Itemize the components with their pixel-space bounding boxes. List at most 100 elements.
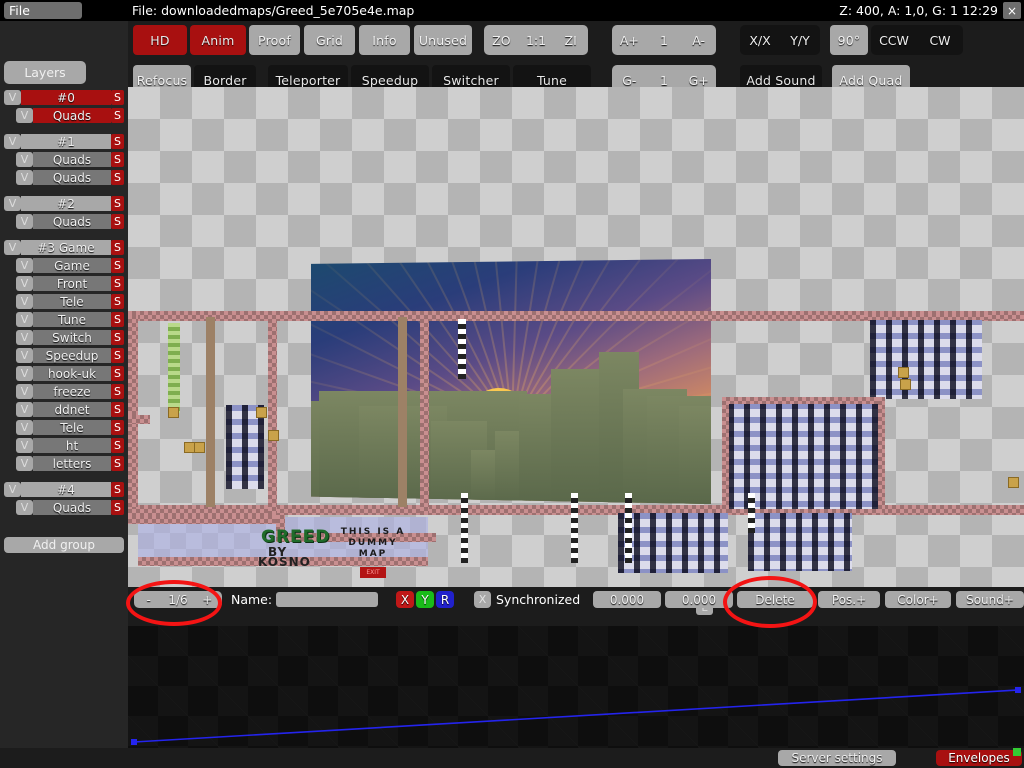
zoom-out-button[interactable]: ZO [484,25,519,55]
layer-name-label[interactable]: Quads [33,170,111,185]
envelope-value-time[interactable]: 0.000 [593,591,661,608]
layer-visibility-toggle[interactable]: V [16,258,33,273]
group-name-label[interactable]: #3 Game [21,240,111,255]
layer-solo-toggle[interactable]: S [111,402,124,417]
layer-name-label[interactable]: Switch [33,330,111,345]
anim-speed-increase-button[interactable]: A+ [612,25,647,55]
toolbar-unused-button[interactable]: Unused [414,25,472,55]
envelope-channel-r-toggle[interactable]: R [436,591,454,608]
layer-solo-toggle[interactable]: S [111,384,124,399]
layer-item-tune[interactable]: V Tune S [16,312,124,327]
layer-item-ddnet[interactable]: Vddnet S [16,402,124,417]
add-group-button[interactable]: Add group [4,537,124,553]
layer-visibility-toggle[interactable]: V [16,214,33,229]
layer-solo-toggle[interactable]: S [111,330,124,345]
layer-visibility-toggle[interactable]: V [16,420,33,435]
layer-name-label[interactable]: Quads [33,152,111,167]
layer-solo-toggle[interactable]: S [111,294,124,309]
layer-group--0[interactable]: V #0 S [4,90,124,105]
background-sunset-quad[interactable] [311,259,711,504]
envelope-channel-x-toggle[interactable]: X [396,591,414,608]
envelope-value-amount[interactable]: 0.000 [665,591,733,608]
layer-name-label[interactable]: Quads [33,500,111,515]
layer-visibility-toggle[interactable]: V [16,312,33,327]
toolbar-info-button[interactable]: Info [359,25,410,55]
layer-item-quads[interactable]: V Quads S [16,170,124,185]
rotate-ccw-button[interactable]: CCW [871,25,917,55]
layer-solo-toggle[interactable]: S [111,152,124,167]
envelope-add-color-button[interactable]: Color+ [885,591,951,608]
layer-name-label[interactable]: Game [33,258,111,273]
layer-item-switch[interactable]: V Switch S [16,330,124,345]
group-name-label[interactable]: #2 [21,196,111,211]
layer-visibility-toggle[interactable]: V [16,276,33,291]
layer-item-game[interactable]: V Game S [16,258,124,273]
envelope-delete-button[interactable]: Delete [737,591,813,608]
file-menu-button[interactable]: File [4,2,82,19]
layer-visibility-toggle[interactable]: V [16,294,33,309]
layer-name-label[interactable]: Front [33,276,111,291]
toolbar-hd-button[interactable]: HD [133,25,187,55]
envelope-add-sound-button[interactable]: Sound+ [956,591,1024,608]
layer-group--2[interactable]: V #2 S [4,196,124,211]
layer-name-label[interactable]: ddnet [33,402,111,417]
toolbar-anim-button[interactable]: Anim [190,25,246,55]
layer-solo-toggle[interactable]: S [111,438,124,453]
flip-x-button[interactable]: X/X [740,25,780,55]
layer-solo-toggle[interactable]: S [111,366,124,381]
toolbar-grid-button[interactable]: Grid [304,25,355,55]
layer-item-quads[interactable]: V Quads S [16,214,124,229]
group-visibility-toggle[interactable]: V [4,482,21,497]
layer-group--3-game[interactable]: V #3 Game S [4,240,124,255]
group-name-label[interactable]: #0 [21,90,111,105]
anim-speed-decrease-button[interactable]: A- [681,25,716,55]
envelope-prev-button[interactable]: - [134,593,163,607]
layer-solo-toggle[interactable]: S [111,420,124,435]
layer-visibility-toggle[interactable]: V [16,438,33,453]
layer-name-label[interactable]: letters [33,456,111,471]
layer-visibility-toggle[interactable]: V [16,108,33,123]
layer-item-front[interactable]: V Front S [16,276,124,291]
rotate-cw-button[interactable]: CW [917,25,963,55]
layer-item-quads[interactable]: V Quads S [16,108,124,123]
envelope-point-handle[interactable] [131,739,137,745]
layer-solo-toggle[interactable]: S [111,456,124,471]
layer-item-letters[interactable]: Vletters S [16,456,124,471]
map-canvas[interactable]: GREED BY KOSNO THIS IS A DUMMY MAP EXIT [128,87,1024,587]
layer-visibility-toggle[interactable]: V [16,456,33,471]
layer-visibility-toggle[interactable]: V [16,348,33,363]
layer-solo-toggle[interactable]: S [111,312,124,327]
group-name-label[interactable]: #4 [21,482,111,497]
anim-speed-value[interactable]: 1 [647,25,682,55]
layer-solo-toggle[interactable]: S [111,258,124,273]
layer-item-quads[interactable]: V Quads S [16,152,124,167]
layer-visibility-toggle[interactable]: V [16,152,33,167]
layer-solo-toggle[interactable]: S [111,170,124,185]
layers-panel-header[interactable]: Layers [4,61,86,84]
layer-solo-toggle[interactable]: S [111,214,124,229]
layer-item-quads[interactable]: V Quads S [16,500,124,515]
group-visibility-toggle[interactable]: V [4,196,21,211]
layer-visibility-toggle[interactable]: V [16,384,33,399]
synchronized-checkbox[interactable]: X [474,591,491,608]
group-visibility-toggle[interactable]: V [4,134,21,149]
group-visibility-toggle[interactable]: V [4,90,21,105]
layer-name-label[interactable]: Quads [33,108,111,123]
layer-visibility-toggle[interactable]: V [16,366,33,381]
layer-visibility-toggle[interactable]: V [16,170,33,185]
group-visibility-toggle[interactable]: V [4,240,21,255]
layer-name-label[interactable]: Tune [33,312,111,327]
layer-group--4[interactable]: V #4 S [4,482,124,497]
layer-name-label[interactable]: freeze [33,384,111,399]
layer-item-tele[interactable]: V Tele S [16,294,124,309]
layer-item-freeze[interactable]: Vfreeze S [16,384,124,399]
server-settings-button[interactable]: Server settings [778,750,896,766]
layer-name-label[interactable]: hook-uk [33,366,111,381]
envelopes-button[interactable]: Envelopes [936,750,1022,766]
envelope-next-button[interactable]: + [193,593,222,607]
zoom-in-button[interactable]: ZI [553,25,588,55]
group-solo-toggle[interactable]: S [111,134,124,149]
layer-name-label[interactable]: Quads [33,214,111,229]
envelope-graph[interactable] [128,626,1024,748]
layer-solo-toggle[interactable]: S [111,108,124,123]
